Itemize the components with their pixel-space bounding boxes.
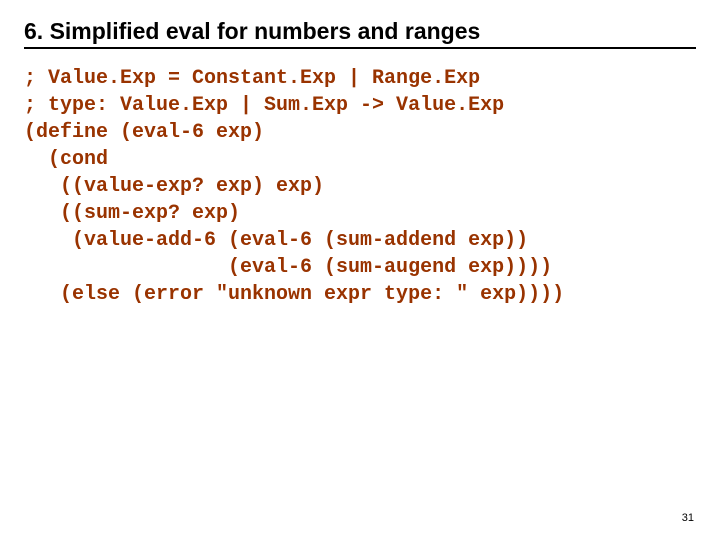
code-line: (cond bbox=[24, 148, 108, 171]
slide: 6. Simplified eval for numbers and range… bbox=[0, 0, 720, 540]
code-line: (define (eval-6 exp) bbox=[24, 121, 264, 144]
code-line: (eval-6 (sum-augend exp)))) bbox=[24, 256, 552, 279]
code-line: ((sum-exp? exp) bbox=[24, 202, 240, 225]
code-line: ((value-exp? exp) exp) bbox=[24, 175, 324, 198]
slide-title: 6. Simplified eval for numbers and range… bbox=[24, 18, 696, 45]
title-rule bbox=[24, 47, 696, 49]
code-block: ; Value.Exp = Constant.Exp | Range.Exp ;… bbox=[24, 65, 696, 308]
code-line: ; type: Value.Exp | Sum.Exp -> Value.Exp bbox=[24, 94, 504, 117]
page-number: 31 bbox=[682, 512, 694, 524]
code-line: (else (error "unknown expr type: " exp))… bbox=[24, 283, 564, 306]
code-line: ; Value.Exp = Constant.Exp | Range.Exp bbox=[24, 67, 480, 90]
code-line: (value-add-6 (eval-6 (sum-addend exp)) bbox=[24, 229, 528, 252]
